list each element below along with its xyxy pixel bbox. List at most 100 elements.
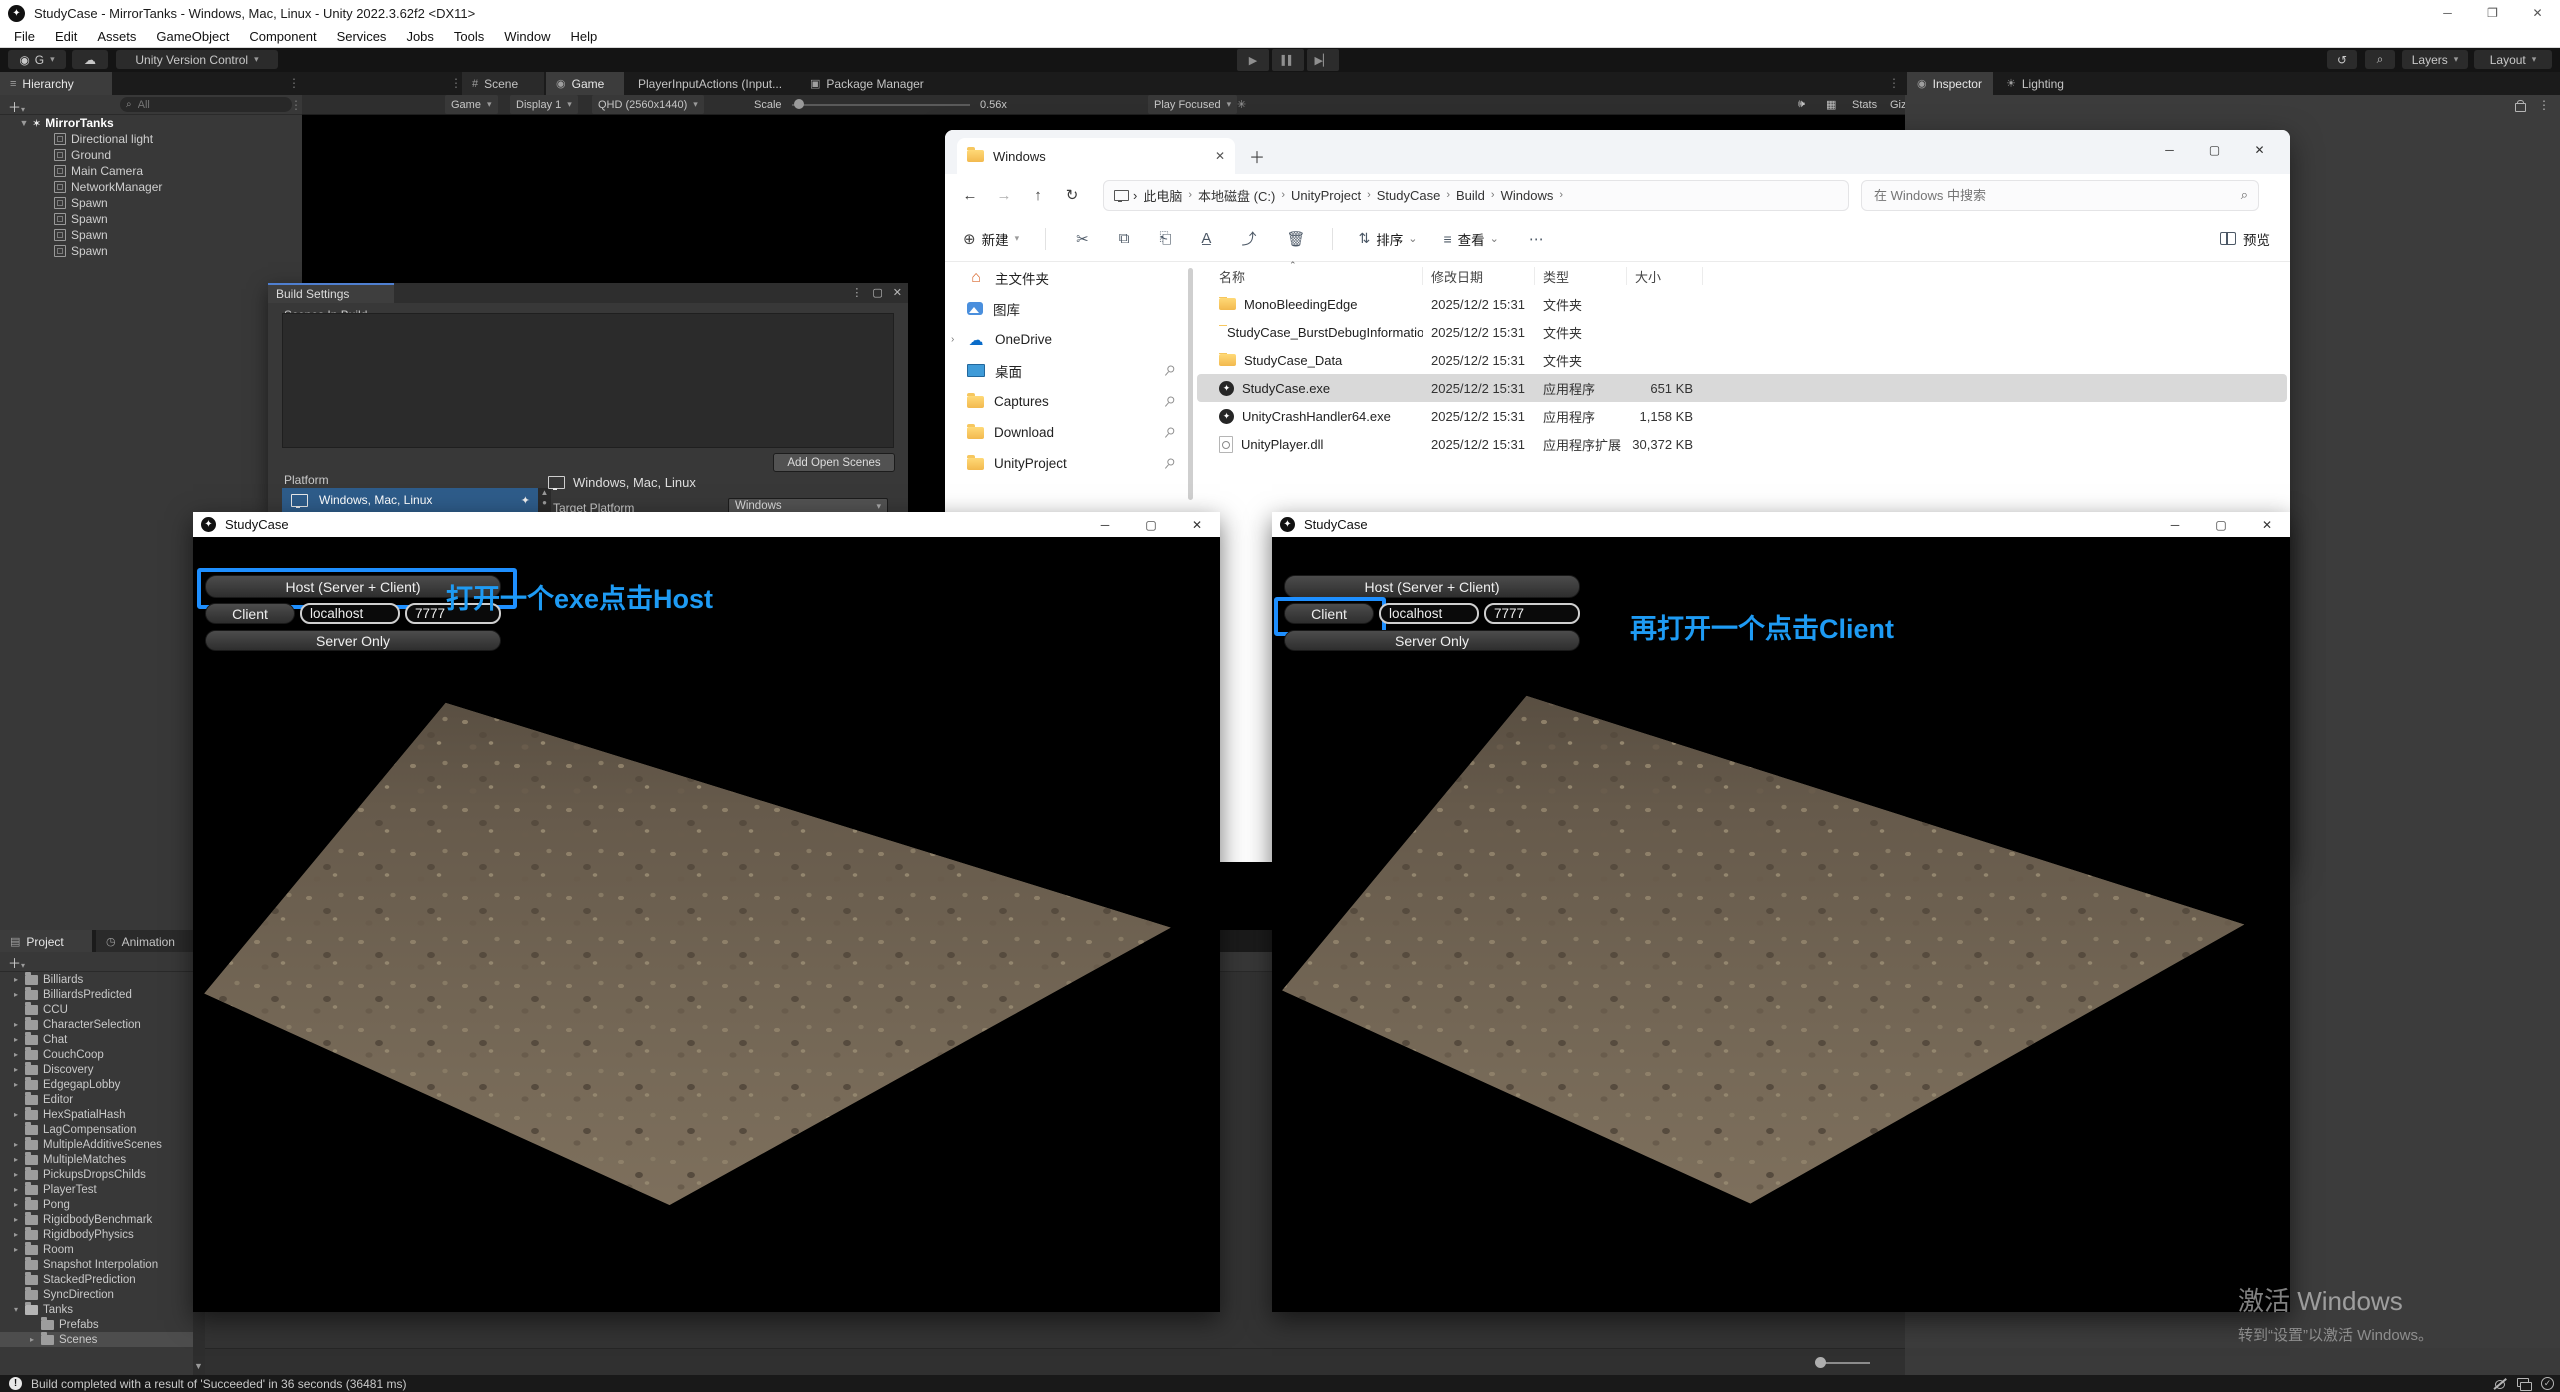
pause-button[interactable]: ▌▌: [1272, 49, 1304, 71]
scroll-down-icon[interactable]: ▼: [194, 1361, 203, 1371]
expand-arrow-icon[interactable]: [14, 990, 25, 999]
tab-animation[interactable]: ◷Animation: [96, 930, 204, 953]
host-button[interactable]: Host (Server + Client): [1284, 575, 1580, 598]
project-folder-row[interactable]: MultipleMatches: [0, 1152, 193, 1167]
tab-game[interactable]: ◉Game: [546, 72, 624, 95]
explorer-tab[interactable]: Windows ✕: [957, 138, 1235, 174]
project-folder-row[interactable]: Billiards: [0, 972, 193, 987]
expand-arrow-icon[interactable]: [14, 1020, 25, 1029]
project-folder-row[interactable]: Pong: [0, 1197, 193, 1212]
hierarchy-item-row[interactable]: Directional light: [0, 131, 302, 147]
add-open-scenes-button[interactable]: Add Open Scenes: [773, 453, 895, 472]
project-folder-row[interactable]: HexSpatialHash: [0, 1107, 193, 1122]
minimize-icon[interactable]: ─: [1082, 512, 1128, 537]
search-button[interactable]: ⌕: [2365, 50, 2395, 69]
project-folder-row[interactable]: RigidbodyPhysics: [0, 1227, 193, 1242]
expand-arrow-icon[interactable]: [14, 1230, 25, 1239]
expand-arrow-icon[interactable]: [14, 1140, 25, 1149]
hierarchy-item-row[interactable]: Spawn: [0, 195, 302, 211]
panel-menu-icon[interactable]: ⋮: [288, 76, 300, 90]
debugger-disabled-icon[interactable]: [2493, 1377, 2506, 1390]
cloud-button[interactable]: ☁: [72, 50, 108, 69]
menu-item[interactable]: Services: [327, 29, 397, 44]
paste-icon[interactable]: ⎗: [1159, 230, 1171, 247]
scale-slider-knob[interactable]: [794, 99, 804, 109]
hierarchy-search[interactable]: ⌕: [120, 97, 292, 112]
menu-item[interactable]: Jobs: [396, 29, 443, 44]
close-icon[interactable]: ✕: [2244, 512, 2290, 537]
file-row[interactable]: UnityCrashHandler64.exe 2025/12/2 15:31 …: [1197, 402, 2287, 430]
rename-icon[interactable]: A̲: [1201, 230, 1211, 247]
menu-item[interactable]: Window: [494, 29, 560, 44]
breadcrumb-item[interactable]: UnityProject›: [1285, 186, 1371, 205]
new-button[interactable]: ⊕新建: [963, 229, 1019, 249]
column-date[interactable]: 修改日期: [1423, 267, 1535, 285]
expand-arrow-icon[interactable]: ▼: [18, 118, 30, 128]
project-folder-row[interactable]: CharacterSelection: [0, 1017, 193, 1032]
tab-inspector[interactable]: ◉Inspector: [1907, 72, 1993, 95]
vsync-grid-icon[interactable]: ▦: [1826, 95, 1836, 114]
hierarchy-item-row[interactable]: Spawn: [0, 211, 302, 227]
alert-icon[interactable]: !: [9, 1377, 22, 1390]
play-focused-dropdown[interactable]: Play Focused: [1148, 95, 1237, 114]
breadcrumb-item[interactable]: Windows›: [1495, 186, 1563, 205]
hierarchy-scene-row[interactable]: ▼ ✶ MirrorTanks: [0, 115, 302, 131]
address-input[interactable]: [1379, 603, 1479, 624]
sidebar-scrollbar[interactable]: [1188, 268, 1193, 500]
platform-item-selected[interactable]: Windows, Mac, Linux ✦: [282, 488, 538, 512]
mute-audio-icon[interactable]: 🕪: [1798, 95, 1805, 114]
project-folder-row[interactable]: Room: [0, 1242, 193, 1257]
project-folder-row[interactable]: MultipleAdditiveScenes: [0, 1137, 193, 1152]
project-folder-row[interactable]: RigidbodyBenchmark: [0, 1212, 193, 1227]
share-icon[interactable]: ⤴: [1241, 228, 1256, 249]
menu-item[interactable]: Help: [561, 29, 608, 44]
expand-arrow-icon[interactable]: [30, 1335, 41, 1344]
maximize-icon[interactable]: ▢: [872, 286, 882, 299]
cache-layers-icon[interactable]: [2517, 1378, 2530, 1390]
expand-arrow-icon[interactable]: [14, 975, 25, 984]
project-folder-row[interactable]: Snapshot Interpolation: [0, 1257, 193, 1272]
project-folder-row[interactable]: EdgegapLobby: [0, 1077, 193, 1092]
platform-list-scrollbar[interactable]: ▲●: [538, 488, 551, 512]
project-folder-row[interactable]: PlayerTest: [0, 1182, 193, 1197]
sort-dropdown[interactable]: ⇅排序: [1359, 229, 1418, 249]
version-control-dropdown[interactable]: Unity Version Control: [116, 50, 278, 69]
expand-arrow-icon[interactable]: [14, 1245, 25, 1254]
project-folder-row[interactable]: Editor: [0, 1092, 193, 1107]
resolution-dropdown[interactable]: QHD (2560x1440): [592, 95, 704, 114]
sidebar-item[interactable]: › Download: [945, 417, 1195, 448]
preview-button[interactable]: 预览: [2220, 229, 2270, 249]
project-folder-row[interactable]: BilliardsPredicted: [0, 987, 193, 1002]
project-folder-row[interactable]: CCU: [0, 1002, 193, 1017]
column-type[interactable]: 类型: [1535, 267, 1627, 285]
column-name[interactable]: 名称: [1211, 267, 1423, 285]
refresh-icon[interactable]: ↻: [1055, 186, 1089, 204]
breadcrumb[interactable]: › 此电脑› 本地磁盘 (C:)› UnityProject›: [1103, 180, 1849, 211]
status-message[interactable]: Build completed with a result of 'Succee…: [31, 1377, 406, 1391]
up-icon[interactable]: ↑: [1021, 187, 1055, 204]
explorer-search-input[interactable]: [1872, 187, 2241, 204]
close-icon[interactable]: ✕: [893, 286, 902, 299]
tab-project[interactable]: ▤Project: [0, 930, 92, 953]
expander-chevron-icon[interactable]: ›: [951, 334, 954, 345]
tab-scene[interactable]: #Scene: [462, 72, 544, 95]
hierarchy-item-row[interactable]: NetworkManager: [0, 179, 302, 195]
expand-arrow-icon[interactable]: [14, 1065, 25, 1074]
lock-icon[interactable]: [2515, 103, 2526, 112]
game-target-dropdown[interactable]: Game: [445, 95, 498, 114]
minimize-icon[interactable]: ─: [2152, 512, 2198, 537]
play-button[interactable]: ▶: [1237, 49, 1269, 71]
add-asset-button[interactable]: ＋▾: [8, 953, 25, 972]
project-folder-row[interactable]: Chat: [0, 1032, 193, 1047]
file-row[interactable]: UnityPlayer.dll 2025/12/2 15:31 应用程序扩展 3…: [1197, 430, 2287, 458]
expand-arrow-icon[interactable]: [14, 1035, 25, 1044]
expand-arrow-icon[interactable]: [14, 1215, 25, 1224]
project-folder-row[interactable]: CouchCoop: [0, 1047, 193, 1062]
menu-item[interactable]: Edit: [45, 29, 87, 44]
scale-slider[interactable]: [792, 104, 970, 106]
display-dropdown[interactable]: Display 1: [510, 95, 578, 114]
delete-icon[interactable]: 🗑: [1286, 230, 1305, 248]
hierarchy-item-row[interactable]: Spawn: [0, 227, 302, 243]
expand-arrow-icon[interactable]: [14, 1155, 25, 1164]
file-row[interactable]: MonoBleedingEdge 2025/12/2 15:31 文件夹: [1197, 290, 2287, 318]
